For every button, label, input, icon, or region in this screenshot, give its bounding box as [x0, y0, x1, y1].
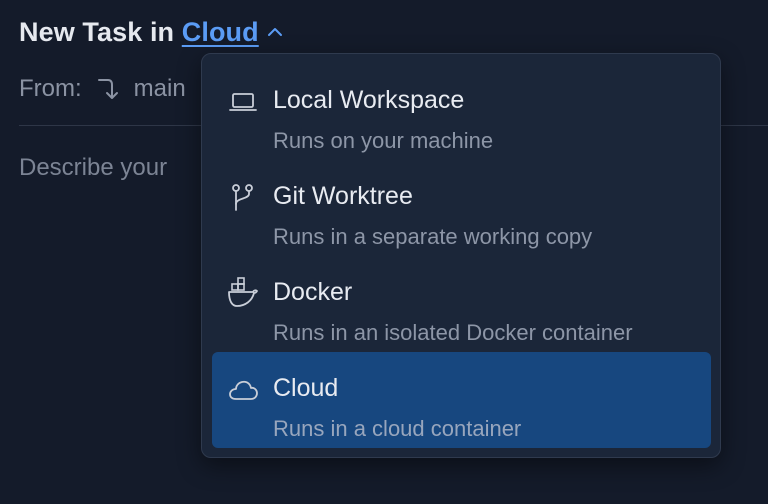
- environment-dropdown-menu: Local Workspace Runs on your machine Git…: [201, 53, 721, 458]
- title-prefix: New Task in: [19, 16, 182, 47]
- menu-item-description: Runs in a cloud container: [273, 416, 522, 441]
- chevron-up-icon[interactable]: [265, 22, 285, 42]
- menu-item-title: Docker: [273, 278, 353, 306]
- menu-item-docker[interactable]: Docker Runs in an isolated Docker contai…: [212, 256, 711, 352]
- git-branch-icon: [232, 184, 253, 211]
- menu-item-title: Cloud: [273, 374, 339, 402]
- task-description-input[interactable]: Describe your: [19, 154, 167, 182]
- menu-item-description: Runs in an isolated Docker container: [273, 320, 633, 345]
- branch-icon: [97, 79, 118, 99]
- menu-item-title: Local Workspace: [273, 86, 465, 114]
- environment-selector-label: Cloud: [181, 16, 259, 47]
- docker-icon: [228, 277, 258, 307]
- page-title: New Task in Cloud: [19, 14, 285, 50]
- menu-item-local-workspace[interactable]: Local Workspace Runs on your machine: [212, 64, 711, 160]
- menu-item-description: Runs in a separate working copy: [273, 224, 593, 249]
- laptop-icon: [229, 93, 257, 111]
- from-branch-row: From: main: [19, 72, 186, 106]
- environment-selector[interactable]: Cloud: [182, 17, 259, 48]
- cloud-icon: [229, 380, 258, 400]
- menu-item-git-worktree[interactable]: Git Worktree Runs in a separate working …: [212, 160, 711, 256]
- menu-item-description: Runs on your machine: [273, 128, 494, 153]
- branch-selector[interactable]: main: [134, 75, 186, 103]
- menu-item-title: Git Worktree: [273, 182, 413, 210]
- from-label: From:: [19, 75, 82, 102]
- menu-item-cloud[interactable]: Cloud Runs in a cloud container: [212, 352, 711, 448]
